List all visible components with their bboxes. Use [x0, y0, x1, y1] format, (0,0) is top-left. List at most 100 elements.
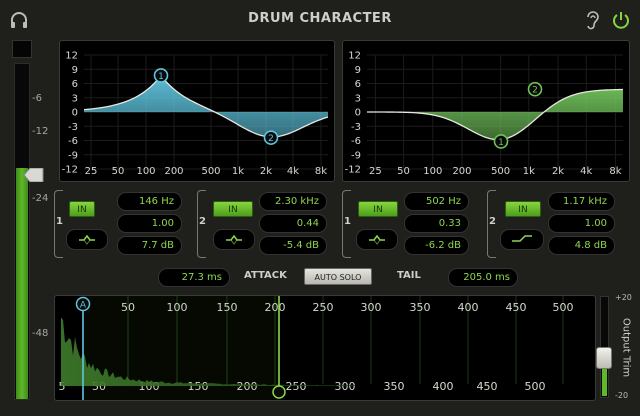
band-frequency-field[interactable]: 146 Hz [117, 192, 182, 211]
eq-y-tick-label: -6 [351, 136, 361, 147]
eq-graph-left[interactable]: 12 9 6 3 0 -3 -6 -9 -12 25 50 100 200 500 1k 2k 4k 8k 1 2 [59, 40, 335, 182]
band-shape-button[interactable] [66, 229, 108, 250]
eq-response-fill [367, 89, 623, 140]
timeline-top-tick-label: 350 [410, 301, 431, 314]
band-number-label: 2 [199, 216, 206, 227]
eq-x-tick-label: 100 [136, 166, 155, 177]
band-gain-field[interactable]: 4.8 dB [548, 236, 615, 255]
band-q-field[interactable]: 0.44 [259, 214, 327, 233]
eq-y-tick-label: 6 [72, 79, 78, 90]
meter-label-12: -12 [32, 126, 49, 137]
band-frequency-field[interactable]: 502 Hz [404, 192, 469, 211]
timeline-bottom-tick-label: 500 [525, 380, 546, 393]
band-in-button[interactable]: IN [505, 201, 541, 217]
band-q-field[interactable]: 1.00 [548, 214, 615, 233]
band-gain-field[interactable]: 7.7 dB [117, 236, 182, 255]
timeline-top-tick-label: 400 [458, 301, 479, 314]
band-shape-button[interactable] [356, 229, 398, 250]
eq-x-tick-label: 25 [369, 166, 382, 177]
eq-y-tick-label: 3 [72, 93, 78, 104]
timeline-bottom-tick-label: 450 [477, 380, 498, 393]
eq-x-tick-label: 1k [232, 166, 244, 177]
timeline-top-tick-label: 450 [506, 301, 527, 314]
eq-response-fill [84, 76, 328, 137]
band-gain-field[interactable]: -6.2 dB [404, 236, 469, 255]
plugin-title: DRUM CHARACTER [248, 11, 392, 26]
eq-y-tick-label: 9 [72, 65, 78, 76]
timeline-top-tick-label: 250 [313, 301, 334, 314]
band-shape-button[interactable] [213, 229, 255, 250]
eq-y-tick-label: 0 [72, 108, 78, 119]
eq-band-node-label: 2 [532, 86, 538, 96]
timeline-bottom-tick-label: 350 [384, 380, 405, 393]
eq-x-tick-label: 200 [164, 166, 183, 177]
timeline-top-tick-label: 300 [361, 301, 382, 314]
eq-x-tick-label: 2k [552, 166, 564, 177]
timeline-top-tick-label: 500 [553, 301, 574, 314]
band-gain-field[interactable]: -5.4 dB [259, 236, 327, 255]
eq-y-tick-label: -3 [68, 122, 78, 133]
eq-x-tick-label: 8k [315, 166, 327, 177]
band-shape-button[interactable] [500, 229, 544, 250]
input-meter [14, 63, 30, 400]
tail-marker-handle [272, 385, 286, 399]
eq-x-tick-label: 500 [201, 166, 220, 177]
eq-graph-right[interactable]: 12 9 6 3 0 -3 -6 -9 -12 25 50 100 200 500 1k 2k 4k 8k 1 2 [342, 40, 630, 182]
eq-x-tick-label: 200 [452, 166, 471, 177]
transient-waveform-view[interactable]: 50 100 150 200 250 300 350 400 450 500 5 50 100 150 20… [54, 295, 596, 401]
eq-y-tick-label: -12 [62, 165, 78, 176]
eq-x-tick-label: 25 [85, 166, 98, 177]
eq-y-tick-label: -3 [351, 122, 361, 133]
eq-y-tick-label: -12 [345, 165, 361, 176]
eq-y-tick-label: 9 [355, 65, 361, 76]
meter-label-48: -48 [32, 328, 49, 339]
tail-time-field[interactable]: 205.0 ms [448, 268, 518, 287]
eq-y-tick-label: 12 [65, 51, 78, 62]
band-in-button[interactable]: IN [213, 201, 253, 217]
eq-y-tick-label: -9 [68, 150, 78, 161]
band-number-label: 1 [344, 216, 351, 227]
eq-band-node-label: 2 [268, 134, 274, 144]
eq-x-tick-label: 1k [523, 166, 535, 177]
auto-solo-button[interactable]: AUTO SOLO [304, 268, 372, 285]
band-q-field[interactable]: 0.33 [404, 214, 469, 233]
output-trim-label: Output Trim [620, 317, 632, 378]
tail-region-shading [83, 296, 279, 400]
meter-handle[interactable] [23, 167, 44, 183]
eq-x-tick-label: 100 [423, 166, 442, 177]
eq-y-tick-label: -9 [351, 150, 361, 161]
eq-x-tick-label: 2k [260, 166, 272, 177]
eq-y-tick-label: 3 [355, 93, 361, 104]
eq-y-tick-label: -6 [68, 136, 78, 147]
tail-label: TAIL [397, 270, 421, 281]
eq-y-tick-label: 12 [348, 51, 361, 62]
band-in-button[interactable]: IN [358, 201, 398, 217]
eq-x-tick-label: 8k [609, 166, 621, 177]
timeline-bottom-tick-label: 400 [433, 380, 454, 393]
eq-x-tick-label: 4k [580, 166, 592, 177]
eq-x-tick-label: 50 [112, 166, 125, 177]
eq-y-tick-label: 0 [355, 108, 361, 119]
band-q-field[interactable]: 1.00 [117, 214, 182, 233]
meter-clip-indicator [12, 40, 32, 58]
eq-x-tick-label: 50 [397, 166, 410, 177]
output-trim-handle[interactable] [596, 347, 612, 369]
meter-label-24: -24 [32, 193, 49, 204]
attack-label: ATTACK [244, 270, 287, 281]
ear-icon[interactable] [585, 10, 601, 30]
band-number-label: 1 [56, 216, 63, 227]
timeline-bottom-tick-label: 300 [335, 380, 356, 393]
band-frequency-field[interactable]: 2.30 kHz [259, 192, 327, 211]
power-icon[interactable] [611, 10, 631, 30]
band-number-label: 2 [489, 216, 496, 227]
input-meter-level [16, 168, 28, 399]
eq-x-tick-label: 500 [491, 166, 510, 177]
eq-x-tick-label: 4k [287, 166, 299, 177]
meter-label-6: -6 [32, 93, 42, 104]
band-in-button[interactable]: IN [69, 201, 95, 217]
eq-band-node-label: 1 [498, 138, 504, 148]
timeline-bottom-tick-label: 250 [286, 380, 307, 393]
band-frequency-field[interactable]: 1.17 kHz [548, 192, 615, 211]
attack-time-field[interactable]: 27.3 ms [158, 268, 230, 287]
attack-marker-label: A [80, 301, 87, 311]
